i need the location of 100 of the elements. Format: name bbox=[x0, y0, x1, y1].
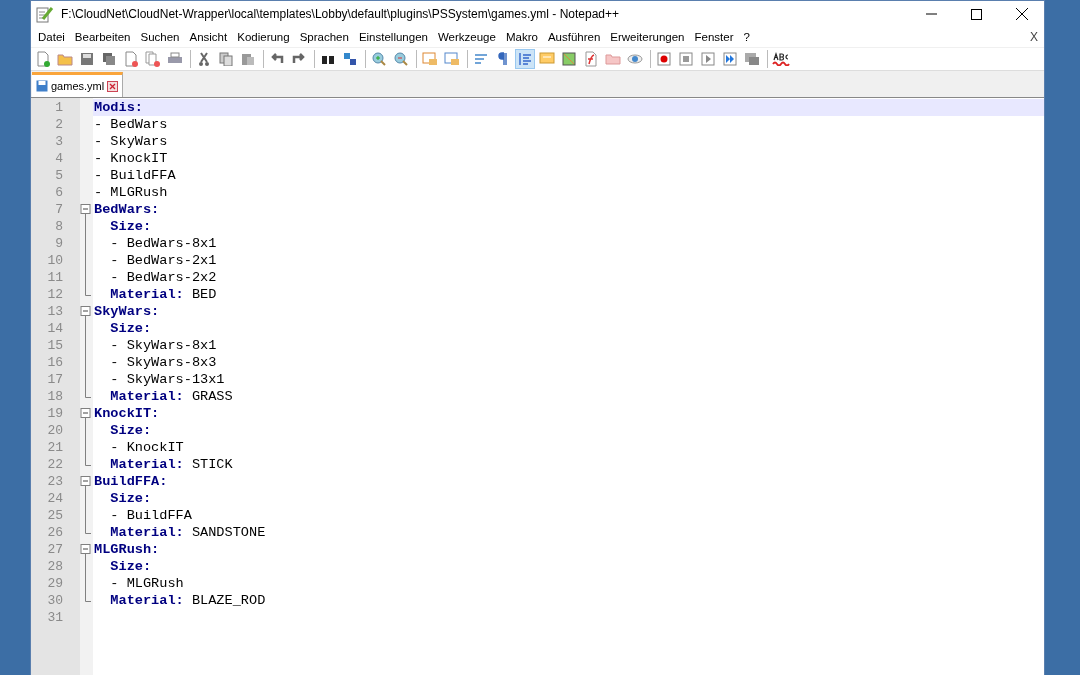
play-icon bbox=[701, 52, 715, 66]
zoom-out-icon bbox=[394, 52, 408, 66]
line-number: 8 bbox=[54, 218, 63, 235]
line-number: 2 bbox=[54, 116, 63, 133]
yaml-key: Material: bbox=[94, 525, 184, 540]
menu-item[interactable]: Kodierung bbox=[232, 31, 295, 43]
file-tab[interactable]: games.yml bbox=[32, 72, 124, 97]
word-wrap-icon bbox=[474, 53, 488, 65]
yaml-value: - MLGRush bbox=[94, 185, 168, 200]
line-number: 9 bbox=[54, 235, 63, 252]
yaml-value: - SkyWars-8x3 bbox=[109, 355, 217, 370]
menu-item[interactable]: Bearbeiten bbox=[69, 31, 136, 43]
menu-item[interactable]: Fenster bbox=[689, 31, 739, 43]
yaml-key: BedWars: bbox=[94, 202, 160, 217]
function-list-icon bbox=[584, 51, 598, 67]
fast-forward-icon bbox=[723, 52, 737, 66]
line-number: 15 bbox=[46, 337, 63, 354]
redo-icon bbox=[292, 53, 306, 65]
menu-item[interactable]: Ausführen bbox=[542, 31, 606, 43]
yaml-value: - BedWars-2x1 bbox=[109, 253, 217, 268]
yaml-value: GRASS bbox=[191, 389, 233, 404]
menu-item[interactable]: Makro bbox=[500, 31, 543, 43]
scissors-icon bbox=[198, 52, 210, 66]
printer-icon bbox=[167, 52, 183, 66]
line-number: 22 bbox=[46, 456, 63, 473]
menu-item[interactable]: Erweiterungen bbox=[605, 31, 690, 43]
menu-item[interactable]: Werkzeuge bbox=[432, 31, 501, 43]
spellcheck-icon bbox=[772, 52, 790, 66]
yaml-value: - BuildFFA bbox=[94, 168, 176, 183]
fold-toggle-icon[interactable] bbox=[80, 303, 91, 320]
yaml-key: SkyWars: bbox=[94, 304, 160, 319]
fold-toggle-icon[interactable] bbox=[80, 473, 91, 490]
yaml-key: BuildFFA: bbox=[94, 474, 168, 489]
yaml-key: Size: bbox=[94, 559, 152, 574]
yaml-value: - SkyWars-13x1 bbox=[109, 372, 225, 387]
line-number: 17 bbox=[46, 371, 63, 388]
line-number: 19 bbox=[46, 405, 63, 422]
yaml-value: - KnockIT bbox=[109, 440, 184, 455]
close-document-button[interactable]: X bbox=[1030, 30, 1038, 44]
pilcrow-icon bbox=[498, 52, 508, 66]
close-all-icon bbox=[145, 51, 161, 67]
panel-icon bbox=[539, 52, 555, 66]
yaml-value: - BedWars bbox=[94, 117, 168, 132]
menu-item[interactable]: Datei bbox=[33, 31, 70, 43]
windows-icon bbox=[744, 52, 760, 66]
line-number: 1 bbox=[54, 99, 63, 116]
fold-end-icon bbox=[85, 456, 91, 466]
line-number: 14 bbox=[46, 320, 63, 337]
menu-item[interactable]: Sprachen bbox=[294, 31, 354, 43]
yaml-key: Material: bbox=[94, 287, 184, 302]
fold-end-icon bbox=[85, 524, 91, 534]
line-number: 20 bbox=[46, 422, 63, 439]
menu-item[interactable]: Suchen bbox=[135, 31, 185, 43]
yaml-key: Modis: bbox=[94, 100, 143, 115]
save-icon bbox=[80, 52, 94, 66]
undo-icon bbox=[270, 53, 284, 65]
line-number: 7 bbox=[54, 201, 63, 218]
fold-end-icon bbox=[85, 592, 91, 602]
yaml-key: Size: bbox=[94, 423, 152, 438]
fold-toggle-icon[interactable] bbox=[80, 541, 91, 558]
fold-toggle-icon[interactable] bbox=[80, 201, 91, 218]
close-tab-icon[interactable] bbox=[107, 80, 119, 92]
window-title: F:\CloudNet\CloudNet-Wrapper\local\templates\Lobby\default\plugins\PSSystem\games.yml - Notepad++ bbox=[61, 7, 621, 21]
line-number: 12 bbox=[46, 286, 63, 303]
line-number: 4 bbox=[54, 150, 63, 167]
line-number: 18 bbox=[46, 388, 63, 405]
eye-icon bbox=[627, 53, 643, 65]
stop-icon bbox=[679, 52, 693, 66]
line-number: 24 bbox=[46, 490, 63, 507]
fold-end-icon bbox=[85, 388, 91, 398]
zoom-in-icon bbox=[372, 52, 386, 66]
yaml-key: Material: bbox=[94, 593, 184, 608]
yaml-key: Size: bbox=[94, 321, 152, 336]
line-number: 21 bbox=[46, 439, 63, 456]
yaml-key: Material: bbox=[94, 389, 184, 404]
folder-icon bbox=[57, 52, 73, 66]
line-number: 29 bbox=[46, 575, 63, 592]
new-file-icon bbox=[36, 51, 50, 67]
minimize-icon bbox=[926, 13, 937, 15]
line-number: 11 bbox=[46, 269, 63, 286]
line-number: 5 bbox=[54, 167, 63, 184]
fold-toggle-icon[interactable] bbox=[80, 405, 91, 422]
yaml-value: BLAZE_ROD bbox=[191, 593, 266, 608]
yaml-value: - MLGRush bbox=[109, 576, 184, 591]
yaml-key: Size: bbox=[94, 491, 152, 506]
yaml-value: - SkyWars-8x1 bbox=[109, 338, 217, 353]
yaml-key: KnockIT: bbox=[94, 406, 160, 421]
menu-item[interactable]: Ansicht bbox=[184, 31, 233, 43]
line-number: 26 bbox=[46, 524, 63, 541]
menu-item[interactable]: ? bbox=[738, 31, 755, 43]
line-number: 16 bbox=[46, 354, 63, 371]
yaml-value: SANDSTONE bbox=[191, 525, 266, 540]
line-number: 25 bbox=[46, 507, 63, 524]
menu-item[interactable]: Einstellungen bbox=[353, 31, 433, 43]
yaml-key: MLGRush: bbox=[94, 542, 160, 557]
yaml-value: - BedWars-8x1 bbox=[109, 236, 217, 251]
yaml-key: Size: bbox=[94, 219, 152, 234]
line-number: 28 bbox=[46, 558, 63, 575]
line-number: 6 bbox=[54, 184, 63, 201]
yaml-value: - KnockIT bbox=[94, 151, 168, 166]
